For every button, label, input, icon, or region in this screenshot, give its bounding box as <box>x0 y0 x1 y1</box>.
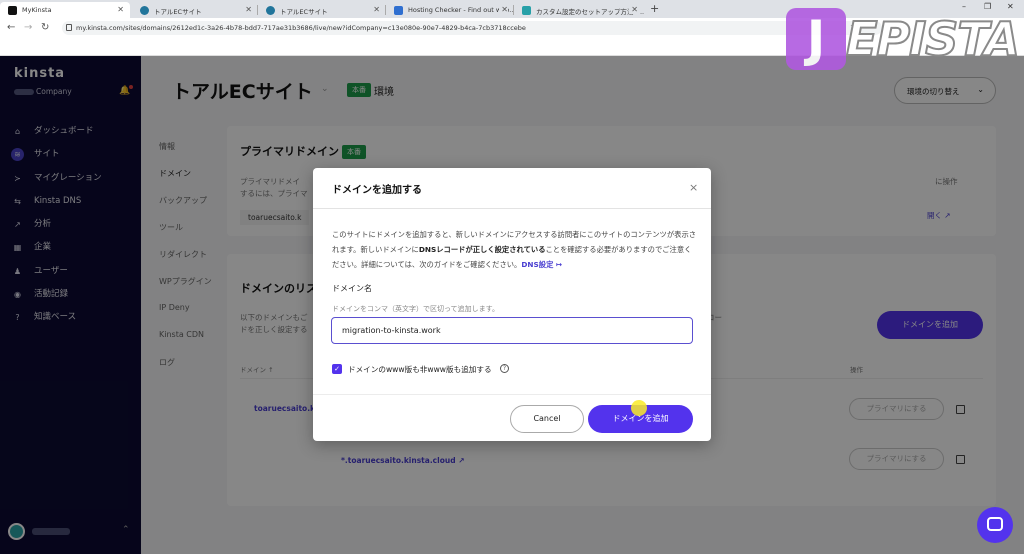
close-tab-icon[interactable]: ✕ <box>499 5 508 14</box>
wordpress-favicon-icon <box>140 6 149 15</box>
modal-footer-divider <box>313 394 711 395</box>
domain-name-help: ドメインをコンマ（英文字）で区切って追加します。 <box>332 305 499 313</box>
modal-title: ドメインを追加する <box>332 185 422 196</box>
info-icon[interactable]: ? <box>500 364 509 373</box>
tab-title: トアルECサイト <box>280 8 328 16</box>
modal-description: このサイトにドメインを追加すると、新しいドメインにアクセスする訪問者にこのサイト… <box>332 227 698 272</box>
forward-icon[interactable]: → <box>24 22 32 33</box>
close-tab-icon[interactable]: ✕ <box>373 5 380 14</box>
tab-title: カスタム設定のセットアップ方法 - ... <box>536 8 644 16</box>
jepista-watermark: J EPISTA <box>786 8 1021 70</box>
close-tab-icon[interactable]: ✕ <box>117 5 124 14</box>
close-tab-icon[interactable]: ✕ <box>245 5 252 14</box>
add-domain-modal: ドメインを追加する × このサイトにドメインを追加すると、新しいドメインにアクセ… <box>313 168 711 441</box>
cursor-highlight <box>631 400 647 416</box>
modal-desc-bold: DNSレコードが正しく設定されている <box>418 245 546 254</box>
hosting-checker-favicon-icon <box>394 6 403 15</box>
reload-icon[interactable]: ↻ <box>41 22 49 33</box>
back-icon[interactable]: ← <box>7 22 15 33</box>
chat-bubble-icon <box>987 517 1003 531</box>
url-text: my.kinsta.com/sites/domains/2612ed1c-3a2… <box>76 24 526 32</box>
domain-name-label: ドメイン名 <box>332 284 372 293</box>
guide-favicon-icon <box>522 6 531 15</box>
www-checkbox-label[interactable]: ドメインのwww版も非www版も追加する <box>348 364 492 375</box>
tab-title: トアルECサイト <box>154 8 202 16</box>
tab-site-1[interactable]: トアルECサイト ✕ <box>132 2 258 18</box>
close-tab-icon[interactable]: ✕ <box>629 5 638 14</box>
domain-name-input[interactable]: migration-to-kinsta.work <box>331 317 693 344</box>
arrow-right-icon: ↦ <box>555 260 563 269</box>
close-icon[interactable]: × <box>689 181 698 194</box>
watermark-text: EPISTA <box>845 11 1021 67</box>
watermark-initial: J <box>786 8 846 70</box>
lock-icon <box>66 24 72 31</box>
chat-button[interactable] <box>977 507 1013 543</box>
new-tab-button[interactable]: + <box>650 2 659 15</box>
www-checkbox[interactable]: ✓ <box>332 364 342 374</box>
wordpress-favicon-icon <box>266 6 275 15</box>
url-input[interactable]: my.kinsta.com/sites/domains/2612ed1c-3a2… <box>62 21 882 35</box>
kinsta-favicon-icon <box>8 6 17 15</box>
tab-site-2[interactable]: トアルECサイト ✕ <box>258 2 386 18</box>
modal-divider <box>313 208 711 209</box>
cancel-button[interactable]: Cancel <box>510 405 584 433</box>
tab-custom-setup[interactable]: カスタム設定のセットアップ方法 - ... ✕ <box>514 2 644 18</box>
tab-title: MyKinsta <box>22 6 52 14</box>
tab-mykinsta[interactable]: MyKinsta ✕ <box>0 2 130 18</box>
tab-title: Hosting Checker - Find out who... <box>408 6 514 14</box>
tab-hosting-checker[interactable]: Hosting Checker - Find out who... ✕ <box>386 2 514 18</box>
dns-settings-link-label: DNS設定 <box>521 260 554 269</box>
dns-settings-link[interactable]: DNS設定 ↦ <box>521 260 562 269</box>
